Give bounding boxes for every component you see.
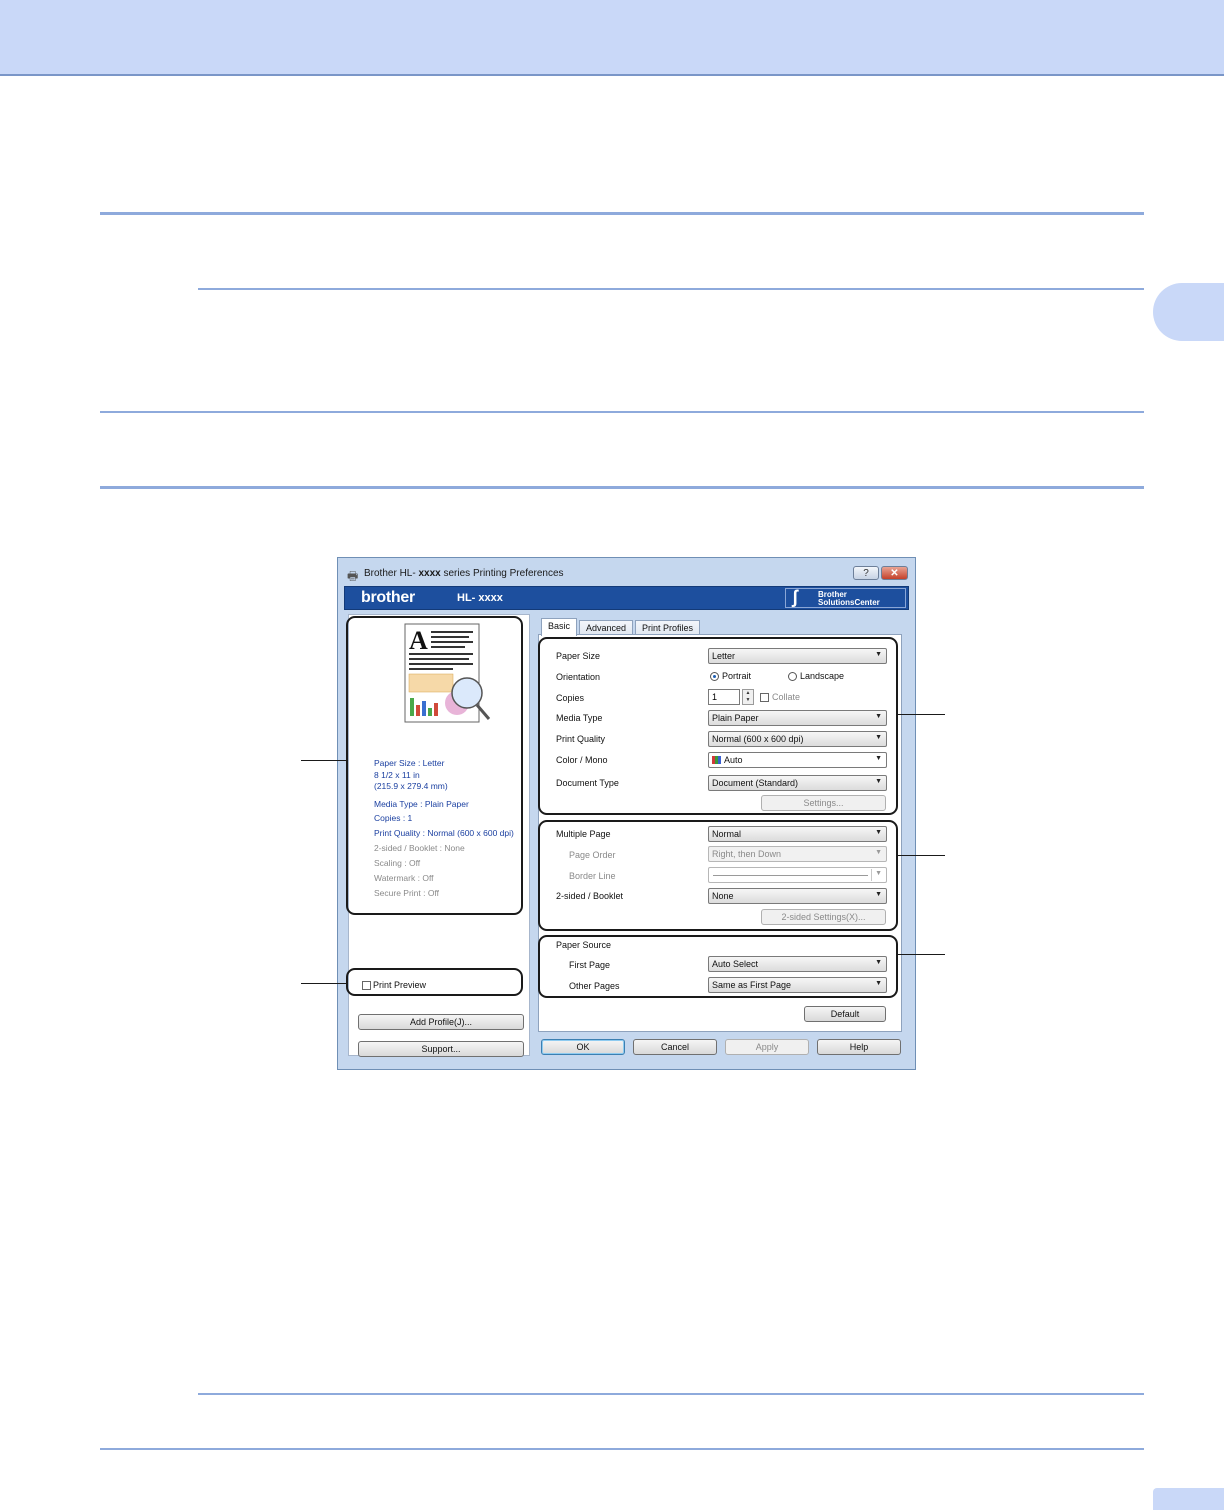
section-rule bbox=[100, 411, 1144, 413]
note-rule bbox=[198, 1393, 1144, 1395]
printer-icon: 🖶 bbox=[347, 569, 359, 583]
close-button[interactable]: ✕ bbox=[881, 566, 908, 580]
footer-rule bbox=[100, 1448, 1144, 1450]
callout-paper-settings bbox=[538, 637, 898, 815]
model-name: HL- xxxx bbox=[457, 592, 503, 604]
tab-basic[interactable]: Basic bbox=[541, 618, 578, 636]
support-button[interactable]: Support... bbox=[358, 1041, 524, 1057]
callout-summary bbox=[346, 616, 523, 915]
subsection-rule bbox=[198, 288, 1144, 290]
cancel-button[interactable]: Cancel bbox=[633, 1039, 717, 1055]
ok-button[interactable]: OK bbox=[541, 1039, 625, 1055]
section-rule bbox=[100, 486, 1144, 489]
solutions-center-icon: ʃ bbox=[792, 587, 798, 607]
help-title-button[interactable]: ? bbox=[853, 566, 879, 580]
window-title: Brother HL- xxxx series Printing Prefere… bbox=[364, 568, 564, 579]
brand-banner: brother HL- xxxx ʃ Brother SolutionsCent… bbox=[344, 586, 909, 610]
header-band bbox=[0, 0, 1224, 76]
brand-logo: brother bbox=[361, 589, 415, 606]
leader-line bbox=[301, 983, 347, 984]
add-profile-button[interactable]: Add Profile(J)... bbox=[358, 1014, 524, 1030]
leader-line bbox=[301, 760, 347, 761]
page-number-tab bbox=[1153, 1488, 1224, 1510]
leader-line bbox=[897, 954, 945, 955]
callout-layout-settings bbox=[538, 820, 898, 931]
callout-paper-source bbox=[538, 935, 898, 998]
help-button[interactable]: Help bbox=[817, 1039, 901, 1055]
leader-line bbox=[897, 855, 945, 856]
leader-line bbox=[897, 714, 945, 715]
callout-print-preview bbox=[346, 968, 523, 996]
title-bar: 🖶 Brother HL- xxxx series Printing Prefe… bbox=[338, 558, 915, 586]
solutions-center-button[interactable]: ʃ Brother SolutionsCenter bbox=[785, 587, 906, 608]
default-button[interactable]: Default bbox=[804, 1006, 886, 1022]
section-rule bbox=[100, 212, 1144, 215]
apply-button[interactable]: Apply bbox=[725, 1039, 809, 1055]
chapter-tab bbox=[1153, 283, 1224, 341]
